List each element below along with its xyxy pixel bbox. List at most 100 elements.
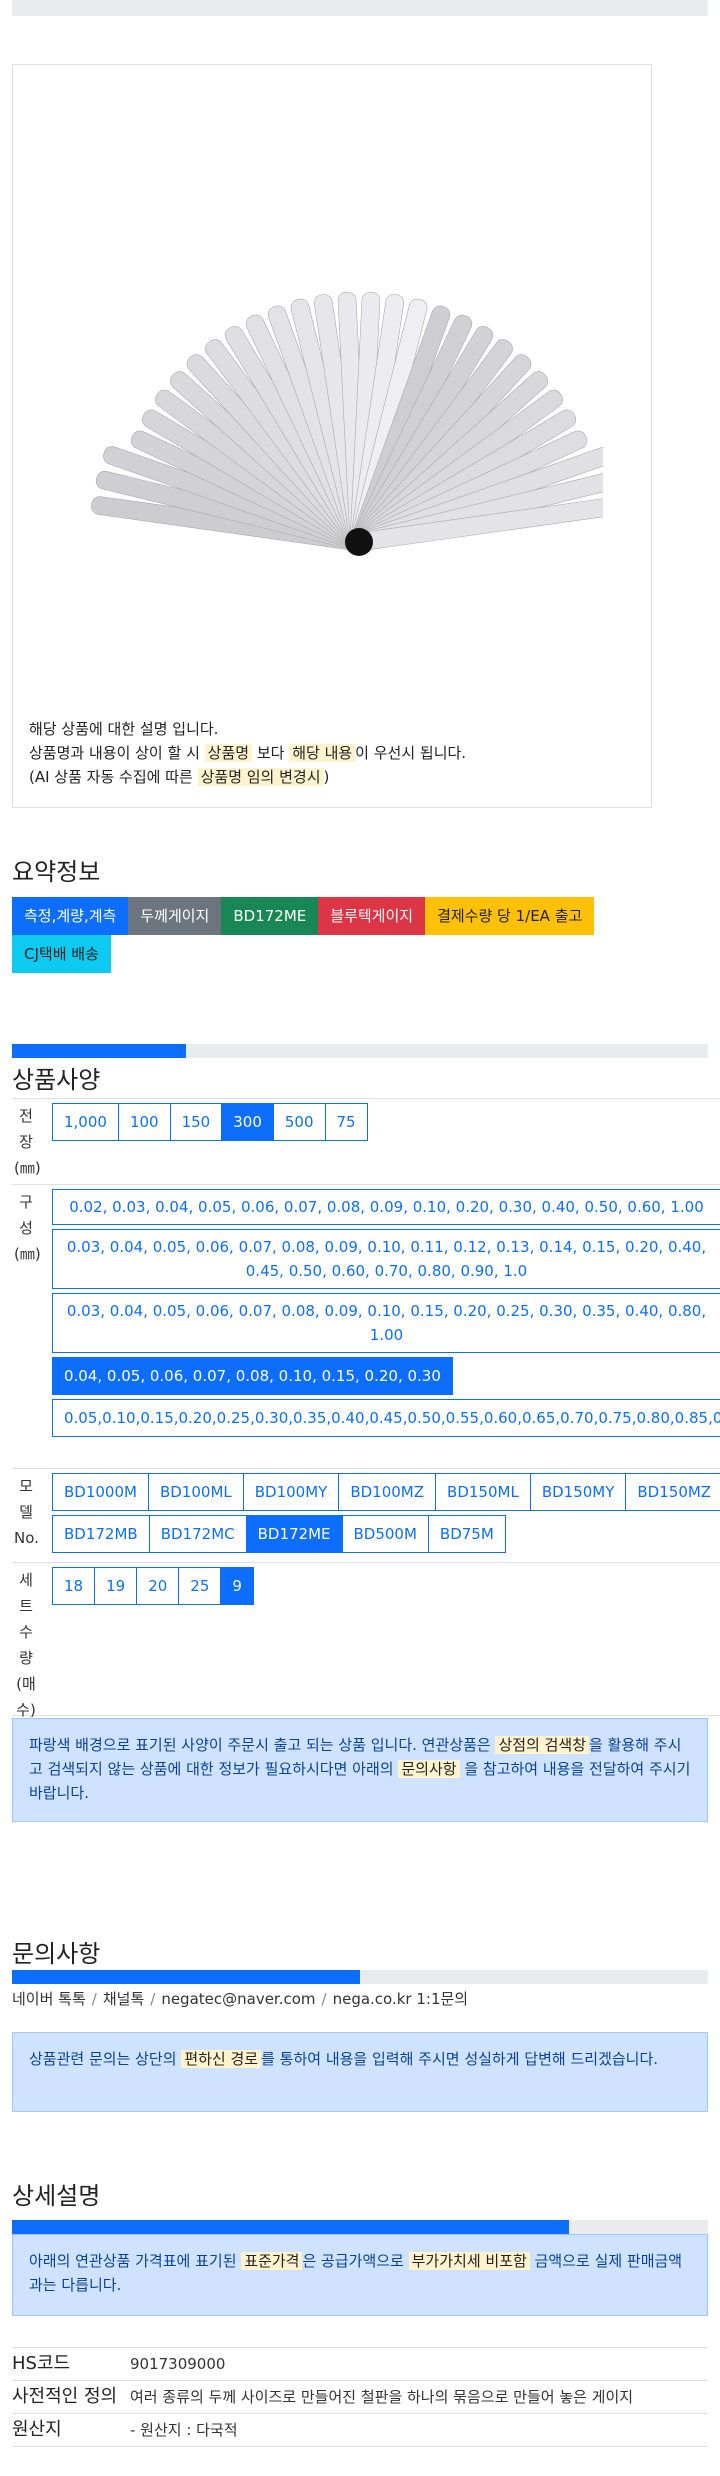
notice-text: 파랑색 배경으로 표기된 사양이 주문시 출고 되는 상품 입니다. 연관상품은 xyxy=(29,1736,496,1754)
length-option-button[interactable]: 500 xyxy=(272,1103,326,1141)
length-option-button[interactable]: 100 xyxy=(117,1103,171,1141)
spec-label: 전장(㎜) xyxy=(14,1107,41,1177)
config-options: 0.02, 0.03, 0.04, 0.05, 0.06, 0.07, 0.08… xyxy=(40,1185,720,1468)
length-option-button[interactable]: 150 xyxy=(169,1103,223,1141)
spec-notice: 파랑색 배경으로 표기된 사양이 주문시 출고 되는 상품 입니다. 연관상품은… xyxy=(12,1718,708,1822)
length-option-button[interactable]: 300 xyxy=(221,1103,274,1141)
info-value: - 원산지 : 다국적 xyxy=(130,2421,238,2439)
model-option-button[interactable]: BD100MY xyxy=(242,1473,340,1511)
notice-highlight: 편하신 경로 xyxy=(181,2050,262,2068)
model-option-button[interactable]: BD100MZ xyxy=(338,1473,437,1511)
naver-talk-link[interactable]: 네이버 톡톡 xyxy=(12,1990,86,2008)
info-row-definition: 사전적인 정의 여러 종류의 두께 사이즈로 만들어진 철판을 하나의 묶음으로 … xyxy=(12,2381,708,2414)
email-link[interactable]: negatec@naver.com xyxy=(161,1990,315,2008)
model-option-button[interactable]: BD100ML xyxy=(147,1473,244,1511)
feeler-gauge-image xyxy=(91,291,603,556)
spec-row-config: 구성(㎜) 0.02, 0.03, 0.04, 0.05, 0.06, 0.07… xyxy=(12,1184,720,1468)
model-option-button[interactable]: BD172ME xyxy=(245,1515,343,1553)
model-options-row-1: BD1000M BD100ML BD100MY BD100MZ BD150ML BD150… xyxy=(52,1473,720,1515)
info-key: 원산지 xyxy=(12,2419,62,2440)
separator: / xyxy=(321,1990,327,2008)
tag-brand[interactable]: 블루텍게이지 xyxy=(318,897,426,935)
model-option-button[interactable]: BD1000M xyxy=(52,1473,149,1511)
spec-row-sets: 세트수량(매수) 18 19 20 25 9 xyxy=(12,1562,720,1719)
desc-text: 이 우선시 됩니다. xyxy=(355,744,467,762)
spec-progress-bar xyxy=(12,1044,186,1058)
spec-label: 세트수량(매수) xyxy=(16,1571,36,1719)
desc-line-1: 해당 상품에 대한 설명 입니다. xyxy=(29,720,219,738)
model-options-row-2: BD172MB BD172MC BD172ME BD500M BD75M xyxy=(52,1515,720,1557)
tag-shipping[interactable]: CJ택배 배송 xyxy=(12,935,111,973)
notice-highlight: 표준가격 xyxy=(241,2252,303,2270)
model-option-button[interactable]: BD500M xyxy=(341,1515,429,1553)
inquiry-channels: 네이버 톡톡 / 채널톡 / negatec@naver.com / nega.co.kr … xyxy=(12,1988,468,2009)
channel-talk-link[interactable]: 채널톡 xyxy=(103,1990,144,2008)
length-option-button[interactable]: 75 xyxy=(324,1103,368,1141)
detail-progress-bar xyxy=(12,2220,569,2234)
spec-progress xyxy=(12,1044,708,1058)
model-option-button[interactable]: BD172MC xyxy=(148,1515,247,1553)
tag-quantity[interactable]: 결제수량 당 1/EA 출고 xyxy=(425,897,595,935)
model-option-button[interactable]: BD150MZ xyxy=(625,1473,720,1511)
set-option-button[interactable]: 18 xyxy=(52,1567,96,1605)
model-option-button[interactable]: BD150MY xyxy=(529,1473,627,1511)
notice-text: 를 통하여 내용을 입력해 주시면 성실하게 답변해 드리겠습니다. xyxy=(261,2050,659,2068)
notice-text: 아래의 연관상품 가격표에 표기된 xyxy=(29,2252,242,2270)
detail-notice: 아래의 연관상품 가격표에 표기된 표준가격 은 공급가액으로 부가가치세 비포함… xyxy=(12,2234,708,2316)
info-row-origin: 원산지 - 원산지 : 다국적 xyxy=(12,2414,708,2447)
top-divider xyxy=(12,0,708,16)
config-option-button[interactable]: 0.03, 0.04, 0.05, 0.06, 0.07, 0.08, 0.09… xyxy=(52,1293,720,1353)
inquiry-title: 문의사항 xyxy=(12,1940,101,1968)
desc-highlight: 상품명 임의 변경시 xyxy=(197,768,324,786)
config-option-button[interactable]: 0.02, 0.03, 0.04, 0.05, 0.06, 0.07, 0.08… xyxy=(52,1189,720,1225)
separator: / xyxy=(150,1990,156,2008)
model-option-button[interactable]: BD150ML xyxy=(435,1473,531,1511)
inquiry-progress-bar xyxy=(12,1970,360,1984)
desc-line-3: (AI 상품 자동 수집에 따른 상품명 임의 변경시) xyxy=(29,765,466,789)
notice-highlight: 부가가치세 비포함 xyxy=(408,2252,530,2270)
info-value: 여러 종류의 두께 사이즈로 만들어진 철판을 하나의 묶음으로 만들어 놓은 … xyxy=(130,2388,634,2406)
summary-tags: 측정,계량,계측 두께게이지 BD172ME 블루텍게이지 결제수량 당 1/E… xyxy=(12,897,672,973)
desc-highlight: 상품명 xyxy=(204,744,253,762)
summary-title: 요약정보 xyxy=(12,858,101,886)
spec-label: 구성(㎜) xyxy=(14,1193,41,1263)
model-options: BD1000M BD100ML BD100MY BD100MZ BD150ML BD150… xyxy=(40,1469,720,1562)
notice-text: 은 공급가액으로 xyxy=(302,2252,409,2270)
set-option-button[interactable]: 25 xyxy=(178,1567,222,1605)
detail-title: 상세설명 xyxy=(12,2182,101,2210)
config-option-button[interactable]: 0.03, 0.04, 0.05, 0.06, 0.07, 0.08, 0.09… xyxy=(52,1229,720,1289)
detail-info-table: HS코드 9017309000 사전적인 정의 여러 종류의 두께 사이즈로 만들어… xyxy=(12,2347,708,2447)
model-option-button[interactable]: BD75M xyxy=(427,1515,506,1553)
spec-label: 모델No. xyxy=(14,1477,39,1547)
set-option-button[interactable]: 19 xyxy=(94,1567,138,1605)
inquiry-notice: 상품관련 문의는 상단의 편하신 경로 를 통하여 내용을 입력해 주시면 성실하… xyxy=(12,2032,708,2112)
inquiry-progress xyxy=(12,1970,708,1984)
length-options: 1,000 100 150 300 500 75 xyxy=(40,1099,720,1184)
desc-text: 보다 xyxy=(252,744,290,762)
spec-table: 전장(㎜) 1,000 100 150 300 500 75 구성(㎜) 0.02, 0.… xyxy=(12,1098,720,1719)
product-image-card: 해당 상품에 대한 설명 입니다. 상품명과 내용이 상이 할 시 상품명 보다… xyxy=(12,64,652,808)
separator: / xyxy=(91,1990,97,2008)
detail-progress xyxy=(12,2220,708,2234)
config-option-button[interactable]: 0.04, 0.05, 0.06, 0.07, 0.08, 0.10, 0.15… xyxy=(52,1357,453,1395)
info-value: 9017309000 xyxy=(130,2355,226,2373)
info-key: HS코드 xyxy=(12,2353,71,2374)
desc-text: (AI 상품 자동 수집에 따른 xyxy=(29,768,198,786)
info-row-hscode: HS코드 9017309000 xyxy=(12,2348,708,2381)
website-inquiry-link[interactable]: nega.co.kr 1:1문의 xyxy=(333,1990,469,2008)
spec-row-model: 모델No. BD1000M BD100ML BD100MY BD100MZ BD150M… xyxy=(12,1468,720,1562)
config-option-button[interactable]: 0.05,0.10,0.15,0.20,0.25,0.30,0.35,0.40,… xyxy=(52,1399,720,1437)
info-key: 사전적인 정의 xyxy=(12,2386,118,2407)
desc-text: 상품명과 내용이 상이 할 시 xyxy=(29,744,205,762)
set-options: 18 19 20 25 9 xyxy=(40,1563,720,1715)
length-option-button[interactable]: 1,000 xyxy=(52,1103,119,1141)
set-option-button[interactable]: 9 xyxy=(220,1567,254,1605)
model-option-button[interactable]: BD172MB xyxy=(52,1515,150,1553)
notice-text: 상품관련 문의는 상단의 xyxy=(29,2050,182,2068)
desc-line-2: 상품명과 내용이 상이 할 시 상품명 보다 해당 내용 이 우선시 됩니다. xyxy=(29,741,466,765)
tag-model[interactable]: BD172ME xyxy=(221,897,319,935)
set-option-button[interactable]: 20 xyxy=(136,1567,180,1605)
spec-title: 상품사양 xyxy=(12,1066,101,1094)
tag-type[interactable]: 두께게이지 xyxy=(128,897,222,935)
tag-category[interactable]: 측정,계량,계측 xyxy=(12,897,129,935)
